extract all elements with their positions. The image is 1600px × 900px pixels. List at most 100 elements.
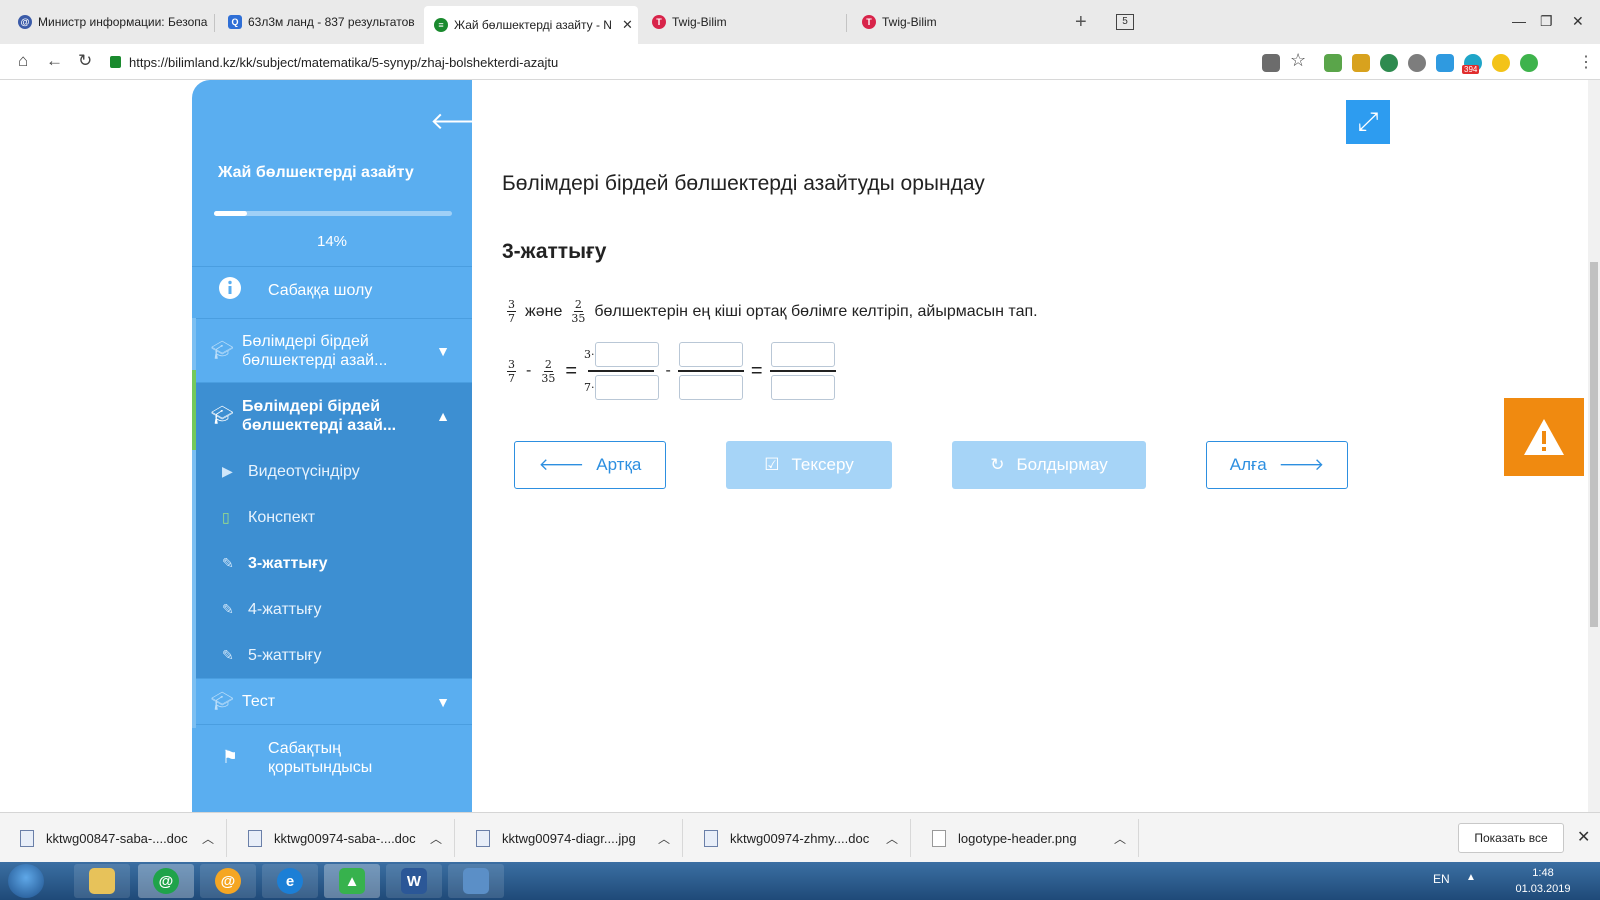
download-item[interactable]: kktwg00974-zhmy....doc ︿ [704, 825, 898, 851]
window-close-button[interactable]: ✕ [1572, 13, 1584, 30]
sidebar-item-exercise-4[interactable]: ✎ 4-жаттығу [192, 586, 472, 633]
reset-icon: ↻ [990, 455, 1005, 474]
minimize-button[interactable]: — [1512, 13, 1526, 29]
taskbar-app-mail[interactable]: @ [138, 864, 194, 898]
sidebar-item-summary[interactable]: ⚑ Сабақтың қорытындысы [192, 724, 472, 790]
browser-tab[interactable]: Q 63л3м ланд - 837 результатов [218, 8, 418, 36]
reset-button[interactable]: ↻ Болдырмау [952, 441, 1146, 489]
sidebar-item-exercise-5[interactable]: ✎ 5-жаттығу [192, 632, 472, 679]
sidebar-section-test[interactable]: 🎓︎ Тест ▼ [192, 678, 472, 724]
chevron-up-icon[interactable]: ︿ [202, 830, 214, 847]
extension-icon[interactable] [1324, 54, 1342, 72]
extension-icon[interactable] [1408, 54, 1426, 72]
browser-tab[interactable]: T Twig-Bilim [852, 8, 1052, 36]
denominator-multiplier-input[interactable] [594, 375, 659, 400]
back-arrow-icon[interactable]: ← [46, 51, 63, 71]
chevron-down-icon[interactable]: ▼ [436, 343, 450, 359]
sidebar-collapse-arrow-icon[interactable]: 🡐 [430, 106, 472, 136]
task-statement: 3 7 және 2 35 бөлшектерін ең кіші ортақ … [504, 298, 1038, 325]
sidebar-item-label: Конспект [248, 508, 316, 526]
word-icon: W [401, 868, 427, 894]
download-count-badge: 394 [1462, 65, 1480, 74]
sidebar-item-conspect[interactable]: ▯ Конспект [192, 494, 472, 541]
result-denominator-input[interactable] [770, 375, 835, 400]
extension-icon[interactable] [1520, 54, 1538, 72]
extension-icon[interactable] [1436, 54, 1454, 72]
expand-icon: ⤢ [1357, 106, 1379, 136]
chevron-up-icon[interactable]: ︿ [886, 830, 898, 847]
report-problem-button[interactable] [1504, 398, 1584, 476]
sidebar-section-2-active[interactable]: 🎓︎ Бөлімдері бірдей бөлшектерді азай... … [192, 382, 472, 448]
sidebar-item-label: 3-жаттығу [248, 554, 328, 572]
denominator-input[interactable] [678, 375, 743, 400]
restore-button[interactable]: ❐ [1540, 13, 1553, 30]
bookmark-star-icon[interactable]: ☆ [1290, 50, 1306, 71]
sidebar-scroll-thumb[interactable] [192, 370, 196, 450]
new-tab-button[interactable]: + [1075, 11, 1087, 34]
extension-icon[interactable] [1380, 54, 1398, 72]
chevron-up-icon[interactable]: ︿ [658, 830, 670, 847]
fullscreen-button[interactable]: ⤢ [1346, 100, 1390, 144]
reload-icon[interactable]: ↻ [78, 51, 92, 71]
tab-favicon-icon: T [652, 15, 666, 29]
minus-sign: - [665, 362, 671, 379]
download-filename: kktwg00974-diagr....jpg [502, 830, 636, 846]
numerator-input[interactable] [678, 342, 743, 367]
image-file-icon [476, 829, 490, 847]
tray-expand-icon[interactable]: ▲ [1466, 872, 1476, 883]
sidebar-section-1[interactable]: 🎓︎ Бөлімдері бірдей бөлшектерді азай... … [192, 318, 472, 382]
close-download-bar-icon[interactable]: ✕ [1577, 827, 1590, 847]
chevron-up-icon[interactable]: ▲ [436, 408, 450, 424]
show-all-downloads-button[interactable]: Показать все [1458, 823, 1564, 853]
sidebar-item-overview[interactable]: Сабаққа шолу [192, 266, 472, 314]
page-scrollbar[interactable] [1588, 80, 1600, 812]
home-icon[interactable]: ⌂ [18, 51, 28, 71]
browser-tab-active[interactable]: ≡ Жай бөлшектерді азайту - N ✕ [424, 6, 638, 44]
taskbar-app-ie[interactable]: e [262, 864, 318, 898]
check-button[interactable]: ☑ Тексеру [726, 441, 892, 489]
taskbar-app-explorer[interactable] [74, 864, 130, 898]
language-indicator[interactable]: EN [1433, 872, 1450, 886]
arrow-right-icon: 🡒 [1278, 455, 1325, 474]
page-scroll-thumb[interactable] [1590, 262, 1598, 627]
address-bar[interactable]: https://bilimland.kz/kk/subject/matemati… [104, 49, 1234, 75]
lesson-progress-fill [214, 211, 248, 216]
translate-icon[interactable] [1262, 54, 1280, 72]
start-button[interactable] [8, 864, 44, 898]
reset-button-label: Болдырмау [1016, 455, 1108, 474]
taskbar-app-photo-viewer[interactable] [448, 864, 504, 898]
sidebar-item-exercise-3[interactable]: ✎ 3-жаттығу [192, 540, 472, 587]
download-item[interactable]: logotype-header.png ︿ [932, 825, 1126, 851]
sidebar-section-label: Бөлімдері бірдей бөлшектерді азай... [242, 332, 388, 369]
tab-count-button[interactable]: 5 [1116, 14, 1134, 30]
extension-icon[interactable] [1352, 54, 1370, 72]
extension-icon[interactable] [1492, 54, 1510, 72]
download-manager-icon[interactable]: 394 [1462, 54, 1482, 74]
chevron-up-icon[interactable]: ︿ [1114, 830, 1126, 847]
graduation-cap-icon: 🎓︎ [210, 340, 234, 360]
minus-sign: - [526, 362, 532, 379]
sidebar-item-label: Сабақтың қорытындысы [268, 739, 373, 776]
browser-tab[interactable]: T Twig-Bilim [642, 8, 842, 36]
back-button[interactable]: 🡐 Артқа [514, 441, 666, 489]
task-text: бөлшектерін ең кіші ортақ бөлімге келтір… [594, 302, 1038, 320]
taskbar-app-mail-agent[interactable]: @ [200, 864, 256, 898]
tab-close-icon[interactable]: ✕ [622, 17, 633, 33]
next-button[interactable]: Алға 🡒 [1206, 441, 1348, 489]
browser-tab[interactable]: @ Министр информации: Безопа [8, 8, 210, 36]
download-item[interactable]: kktwg00974-saba-....doc ︿ [248, 825, 442, 851]
sidebar-item-video[interactable]: ▶ Видеотүсіндіру [192, 448, 472, 495]
clock[interactable]: 1:48 01.03.2019 [1508, 865, 1578, 897]
arrow-left-icon: 🡐 [538, 455, 585, 474]
numerator-prefix: 3· [584, 348, 595, 361]
download-item[interactable]: kktwg00974-diagr....jpg ︿ [476, 825, 670, 851]
fraction: 2 35 [571, 298, 585, 325]
numerator-multiplier-input[interactable] [594, 342, 659, 367]
result-numerator-input[interactable] [770, 342, 835, 367]
download-item[interactable]: kktwg00847-saba-....doc ︿ [20, 825, 214, 851]
chevron-down-icon[interactable]: ▼ [436, 694, 450, 710]
taskbar-app-word[interactable]: W [386, 864, 442, 898]
browser-menu-icon[interactable]: ⋮ [1578, 52, 1594, 72]
chevron-up-icon[interactable]: ︿ [430, 830, 442, 847]
taskbar-app-active[interactable]: ▲ [324, 864, 380, 898]
